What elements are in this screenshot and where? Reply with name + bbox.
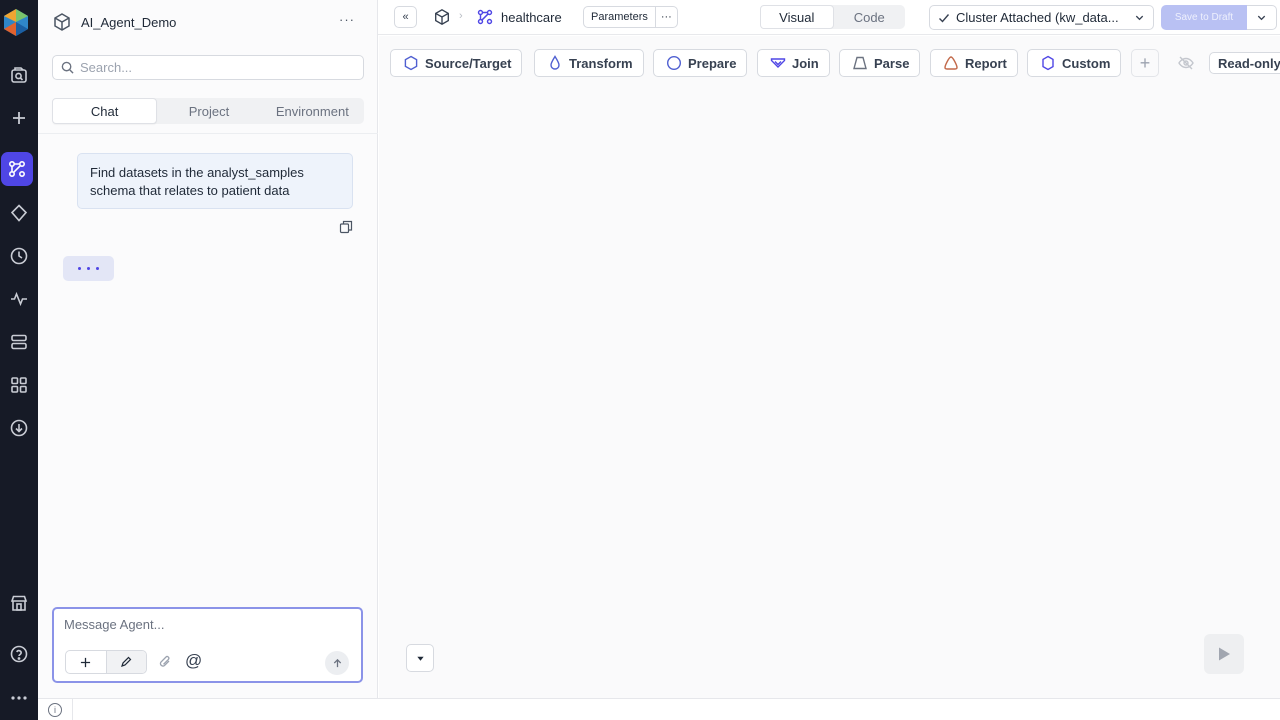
app-logo[interactable] bbox=[2, 7, 30, 37]
rail-gem-icon[interactable] bbox=[0, 195, 38, 231]
caret-down-icon bbox=[416, 656, 424, 661]
play-icon bbox=[1219, 647, 1230, 661]
project-cube-icon[interactable] bbox=[433, 8, 451, 26]
rail-search-icon[interactable] bbox=[0, 57, 38, 93]
parameters-control: Parameters ··· bbox=[583, 6, 678, 28]
rail-more-icon[interactable] bbox=[0, 680, 38, 716]
mention-button[interactable]: @ bbox=[185, 651, 202, 671]
pipeline-icon bbox=[477, 9, 493, 25]
collapse-sidebar-button[interactable]: « bbox=[394, 6, 417, 28]
add-context-button[interactable] bbox=[66, 651, 106, 673]
cluster-label: Cluster Attached (kw_data... bbox=[956, 10, 1119, 25]
project-more-button[interactable]: ··· bbox=[339, 12, 355, 27]
save-options-button[interactable] bbox=[1247, 5, 1277, 30]
cube-icon bbox=[54, 13, 70, 31]
copy-icon[interactable] bbox=[339, 220, 353, 234]
rail-pipelines-icon[interactable] bbox=[1, 152, 33, 186]
join-icon bbox=[770, 58, 786, 68]
left-rail bbox=[0, 0, 38, 720]
search-icon bbox=[61, 61, 74, 74]
tab-code[interactable]: Code bbox=[834, 5, 906, 29]
gem-label: Parse bbox=[874, 55, 910, 71]
gem-label: Transform bbox=[569, 55, 633, 71]
hexagon-icon bbox=[404, 55, 418, 71]
message-composer: @ bbox=[52, 607, 363, 683]
user-message: Find datasets in the analyst_samples sch… bbox=[77, 153, 353, 209]
typing-dot bbox=[78, 267, 81, 270]
gem-label: Source/Target bbox=[425, 55, 512, 71]
tab-environment[interactable]: Environment bbox=[261, 98, 364, 124]
attach-icon[interactable] bbox=[158, 654, 172, 670]
report-icon bbox=[944, 56, 958, 70]
status-divider bbox=[72, 699, 73, 720]
search-input[interactable] bbox=[80, 60, 360, 75]
pipeline-canvas[interactable]: Source/Target Transform Prepare Join Par… bbox=[379, 36, 1280, 698]
gem-parse-button[interactable]: Parse bbox=[839, 49, 921, 77]
pipeline-name: healthcare bbox=[501, 9, 562, 25]
eye-off-icon[interactable] bbox=[1177, 54, 1195, 72]
status-bar: i bbox=[38, 698, 1280, 720]
plus-icon bbox=[81, 657, 91, 667]
top-bar: « › healthcare Parameters ··· Visual Cod… bbox=[378, 0, 1280, 35]
rail-activity-icon[interactable] bbox=[0, 281, 38, 317]
agent-typing-indicator bbox=[63, 256, 114, 281]
gem-join-button[interactable]: Join bbox=[757, 49, 830, 77]
gem-transform-button[interactable]: Transform bbox=[534, 49, 644, 77]
rail-clock-icon[interactable] bbox=[0, 238, 38, 274]
tab-chat[interactable]: Chat bbox=[52, 98, 158, 124]
view-toggle: Visual Code bbox=[760, 5, 905, 29]
tab-visual[interactable]: Visual bbox=[760, 5, 834, 29]
edit-button[interactable] bbox=[105, 651, 146, 673]
chevron-down-icon bbox=[1135, 15, 1144, 21]
app-root: AI_Agent_Demo ··· Chat Project Environme… bbox=[0, 0, 1280, 720]
read-only-badge[interactable]: Read-only bbox=[1209, 52, 1280, 74]
add-gem-button[interactable]: + bbox=[1131, 49, 1159, 77]
project-sidebar: AI_Agent_Demo ··· Chat Project Environme… bbox=[38, 0, 378, 698]
breadcrumb-chevron-icon: › bbox=[459, 10, 463, 22]
cluster-selector[interactable]: Cluster Attached (kw_data... bbox=[929, 5, 1154, 30]
canvas-menu-button[interactable] bbox=[406, 644, 434, 672]
pencil-icon bbox=[121, 656, 132, 667]
chevron-down-icon bbox=[1257, 15, 1266, 21]
droplet-icon bbox=[550, 55, 560, 70]
tab-project[interactable]: Project bbox=[157, 98, 260, 124]
tabs-divider bbox=[38, 133, 378, 134]
rail-marketplace-icon[interactable] bbox=[0, 585, 38, 621]
parameters-button[interactable]: Parameters bbox=[584, 7, 655, 27]
gem-report-button[interactable]: Report bbox=[930, 49, 1018, 77]
project-name: AI_Agent_Demo bbox=[81, 14, 177, 30]
search-box bbox=[52, 55, 364, 80]
composer-actions bbox=[65, 650, 147, 674]
rail-jobs-icon[interactable] bbox=[0, 324, 38, 360]
rail-plus-icon[interactable] bbox=[0, 100, 38, 136]
typing-dot bbox=[96, 267, 99, 270]
parameters-more-button[interactable]: ··· bbox=[654, 7, 677, 27]
gem-custom-button[interactable]: Custom bbox=[1027, 49, 1122, 77]
info-icon[interactable]: i bbox=[48, 703, 62, 717]
save-draft-button[interactable]: Save to Draft bbox=[1161, 5, 1247, 30]
hexagon-icon bbox=[1042, 55, 1054, 71]
gem-label: Join bbox=[792, 55, 819, 71]
arrow-up-icon bbox=[333, 658, 341, 667]
rail-help-icon[interactable] bbox=[0, 636, 38, 672]
octagon-icon bbox=[666, 55, 682, 71]
sidebar-tabs: Chat Project Environment bbox=[52, 98, 364, 124]
gem-label: Report bbox=[965, 55, 1007, 71]
rail-download-icon[interactable] bbox=[0, 410, 38, 446]
check-icon bbox=[939, 13, 950, 23]
run-button[interactable] bbox=[1204, 634, 1244, 674]
gem-label: Custom bbox=[1062, 55, 1111, 71]
send-button[interactable] bbox=[325, 651, 349, 675]
rail-apps-icon[interactable] bbox=[0, 367, 38, 403]
trapezoid-icon bbox=[853, 56, 867, 70]
gem-prepare-button[interactable]: Prepare bbox=[653, 49, 748, 77]
typing-dot bbox=[87, 267, 90, 270]
gem-label: Prepare bbox=[688, 55, 737, 71]
project-header: AI_Agent_Demo bbox=[52, 11, 176, 33]
gem-source-target-button[interactable]: Source/Target bbox=[390, 49, 523, 77]
breadcrumb-pipeline[interactable]: healthcare bbox=[476, 8, 562, 26]
message-input[interactable] bbox=[64, 617, 344, 632]
